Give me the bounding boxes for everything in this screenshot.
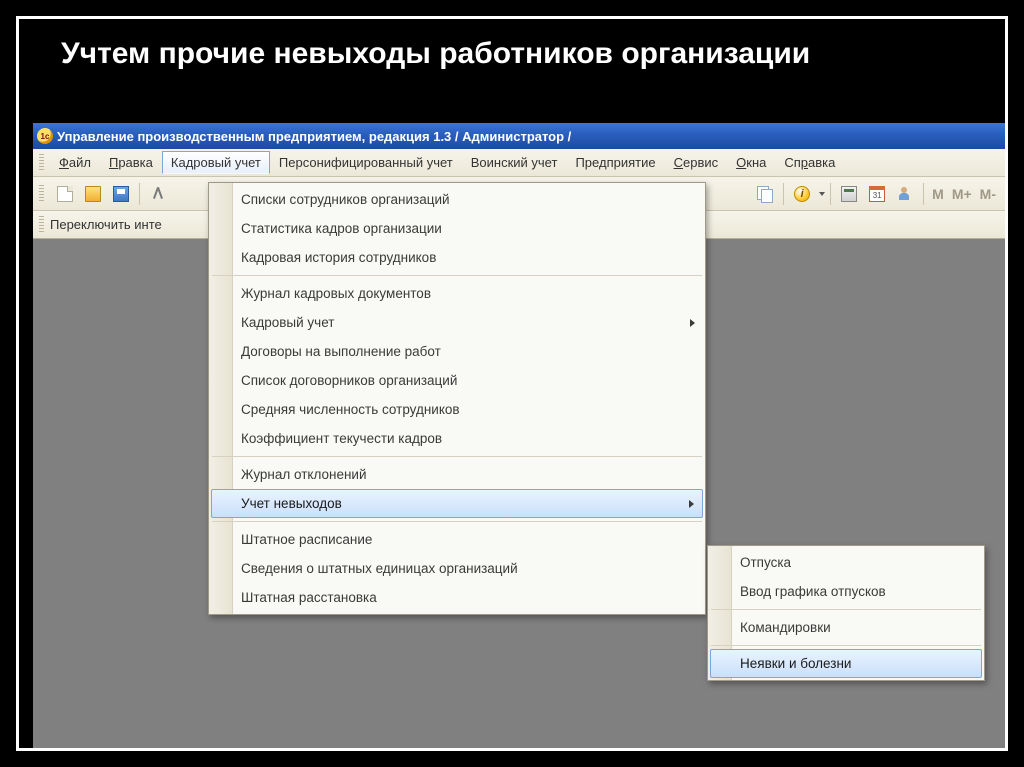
calculator-button[interactable] (836, 181, 862, 207)
submenu-arrow-icon (689, 500, 694, 508)
user-button[interactable] (892, 181, 918, 207)
scissors-icon (150, 186, 166, 202)
menu-service[interactable]: Сервис (665, 151, 728, 174)
separator (923, 183, 924, 205)
submenu-item-business-trips[interactable]: Командировки (710, 613, 982, 642)
grip-icon (39, 216, 44, 234)
menu-enterprise[interactable]: Предприятие (566, 151, 664, 174)
separator (830, 183, 831, 205)
menu-separator (212, 456, 702, 457)
copy-icon (757, 186, 773, 202)
menu-item-staff-schedule[interactable]: Штатное расписание (211, 525, 703, 554)
calculator-icon (841, 186, 857, 202)
menu-hr[interactable]: Кадровый учет (162, 151, 270, 174)
menu-item-contracts[interactable]: Договоры на выполнение работ (211, 337, 703, 366)
folder-icon (85, 186, 101, 202)
dropdown-arrow-icon[interactable] (819, 192, 825, 196)
menu-item-hr-accounting[interactable]: Кадровый учет (211, 308, 703, 337)
cut-button[interactable] (145, 181, 171, 207)
memory-mminus-button[interactable]: M- (977, 186, 999, 202)
menu-item-hr-statistics[interactable]: Статистика кадров организации (211, 214, 703, 243)
menubar: Файл Правка Кадровый учет Персонифициров… (33, 149, 1005, 177)
menu-item-turnover[interactable]: Коэффициент текучести кадров (211, 424, 703, 453)
menu-personified[interactable]: Персонифицированный учет (270, 151, 462, 174)
window-title: Управление производственным предприятием… (57, 129, 571, 144)
menu-item-employee-lists[interactable]: Списки сотрудников организаций (211, 185, 703, 214)
new-doc-button[interactable] (52, 181, 78, 207)
memory-mplus-button[interactable]: M+ (949, 186, 975, 202)
menu-item-staff-placement[interactable]: Штатная расстановка (211, 583, 703, 612)
slide-title: Учтем прочие невыходы работников организ… (61, 37, 963, 72)
menu-help[interactable]: Справка (775, 151, 844, 174)
copy-button[interactable] (752, 181, 778, 207)
menu-separator (212, 275, 702, 276)
grip-icon (39, 185, 44, 203)
menu-separator (711, 645, 981, 646)
menu-edit[interactable]: Правка (100, 151, 162, 174)
menu-item-contractors-list[interactable]: Список договорников организаций (211, 366, 703, 395)
menu-item-hr-journal[interactable]: Журнал кадровых документов (211, 279, 703, 308)
menu-separator (711, 609, 981, 610)
menu-windows[interactable]: Окна (727, 151, 775, 174)
memory-m-button[interactable]: M (929, 186, 947, 202)
menu-file[interactable]: Файл (50, 151, 100, 174)
info-button[interactable] (789, 181, 815, 207)
menu-hr-dropdown: Списки сотрудников организаций Статистик… (208, 182, 706, 615)
calendar-icon (869, 186, 885, 202)
app-icon (37, 128, 53, 144)
save-icon (113, 186, 129, 202)
menu-item-deviation-journal[interactable]: Журнал отклонений (211, 460, 703, 489)
info-icon (794, 186, 810, 202)
menu-item-staff-units[interactable]: Сведения о штатных единицах организаций (211, 554, 703, 583)
document-icon (57, 186, 73, 202)
submenu-arrow-icon (690, 319, 695, 327)
titlebar: Управление производственным предприятием… (33, 123, 1005, 149)
switch-interface-button[interactable]: Переключить инте (50, 217, 162, 232)
menu-item-hr-history[interactable]: Кадровая история сотрудников (211, 243, 703, 272)
menu-military[interactable]: Воинский учет (462, 151, 567, 174)
separator (783, 183, 784, 205)
save-button[interactable] (108, 181, 134, 207)
menu-item-absences[interactable]: Учет невыходов (211, 489, 703, 518)
open-button[interactable] (80, 181, 106, 207)
grip-icon (39, 154, 44, 172)
menu-separator (212, 521, 702, 522)
submenu-item-vacation-schedule[interactable]: Ввод графика отпусков (710, 577, 982, 606)
calendar-button[interactable] (864, 181, 890, 207)
submenu-absences: Отпуска Ввод графика отпусков Командиров… (707, 545, 985, 681)
submenu-item-vacations[interactable]: Отпуска (710, 548, 982, 577)
user-icon (897, 186, 913, 202)
menu-item-avg-headcount[interactable]: Средняя численность сотрудников (211, 395, 703, 424)
separator (139, 183, 140, 205)
submenu-item-noshow-sick[interactable]: Неявки и болезни (710, 649, 982, 678)
